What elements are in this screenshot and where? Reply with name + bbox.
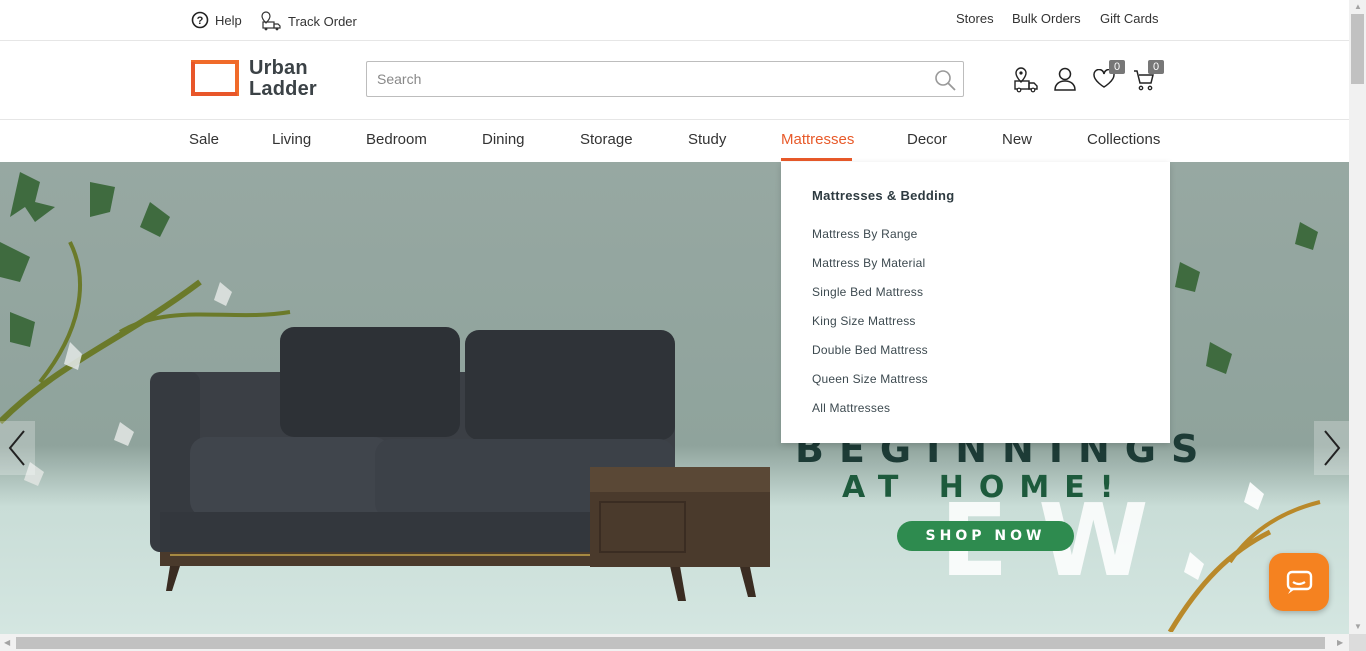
main-nav: Sale Living Bedroom Dining Storage Study… (0, 120, 1349, 162)
top-utility-bar: ? Help Track Order Stores Bulk Orders Gi… (0, 0, 1349, 41)
vertical-scrollbar[interactable] (1349, 0, 1366, 634)
nav-item-collections[interactable]: Collections (1087, 131, 1160, 148)
bulk-orders-link[interactable]: Bulk Orders (1012, 11, 1081, 26)
nav-item-sale[interactable]: Sale (189, 131, 219, 148)
active-nav-underline (781, 158, 852, 161)
track-order-link[interactable]: Track Order (260, 11, 357, 31)
logo-text[interactable]: Urban Ladder (249, 58, 317, 100)
logo-text-line2: Ladder (249, 78, 317, 100)
search-box (366, 61, 964, 97)
dropdown-link-all-mattresses[interactable]: All Mattresses (812, 401, 890, 415)
hero-line2: AT HOME! (842, 470, 1129, 505)
vertical-scrollbar-thumb[interactable] (1351, 14, 1364, 84)
chat-bubble-icon (1286, 570, 1313, 594)
dropdown-link-double-bed-mattress[interactable]: Double Bed Mattress (812, 343, 928, 357)
help-label: Help (215, 12, 242, 28)
gift-cards-link[interactable]: Gift Cards (1100, 11, 1159, 26)
nav-item-mattresses[interactable]: Mattresses (781, 131, 854, 148)
shop-now-button[interactable]: SHOP NOW (897, 521, 1074, 551)
chevron-left-icon (8, 430, 25, 466)
search-input[interactable] (367, 62, 927, 96)
nav-item-storage[interactable]: Storage (580, 131, 633, 148)
dropdown-link-single-bed-mattress[interactable]: Single Bed Mattress (812, 285, 923, 299)
truck-location-icon (261, 11, 281, 31)
dropdown-link-mattress-by-material[interactable]: Mattress By Material (812, 256, 925, 270)
scroll-down-arrow-icon[interactable]: ▼ (1354, 622, 1362, 631)
horizontal-scrollbar-thumb[interactable] (16, 637, 1325, 649)
nav-item-bedroom[interactable]: Bedroom (366, 131, 427, 148)
help-link[interactable]: ? Help (191, 11, 242, 29)
chat-widget-button[interactable] (1269, 553, 1329, 611)
nav-item-new[interactable]: New (1002, 131, 1032, 148)
logo-mark[interactable] (191, 60, 239, 96)
scrollbar-corner (1349, 634, 1366, 651)
stores-link[interactable]: Stores (956, 11, 994, 26)
dropdown-link-king-size-mattress[interactable]: King Size Mattress (812, 314, 916, 328)
nav-item-living[interactable]: Living (272, 131, 311, 148)
svg-text:?: ? (197, 15, 204, 27)
wishlist-count-badge: 0 (1109, 60, 1125, 74)
user-account-icon[interactable] (1054, 67, 1076, 91)
store-locator-icon[interactable] (1013, 67, 1039, 93)
scroll-left-arrow-icon[interactable]: ◀ (4, 638, 10, 647)
track-order-label: Track Order (288, 13, 357, 29)
sofa-product-image (150, 327, 770, 601)
help-icon: ? (191, 11, 209, 29)
search-icon[interactable] (933, 68, 957, 92)
carousel-prev-button[interactable] (0, 421, 35, 475)
dropdown-heading[interactable]: Mattresses & Bedding (812, 188, 955, 203)
nav-item-dining[interactable]: Dining (482, 131, 525, 148)
site-header: Urban Ladder 0 0 (0, 41, 1349, 120)
cart-count-badge: 0 (1148, 60, 1164, 74)
nav-item-study[interactable]: Study (688, 131, 726, 148)
logo-text-line1: Urban (249, 57, 308, 79)
mattresses-dropdown-menu: Mattresses & Bedding Mattress By Range M… (781, 162, 1170, 443)
chevron-right-icon (1324, 430, 1341, 466)
dropdown-link-queen-size-mattress[interactable]: Queen Size Mattress (812, 372, 928, 386)
scroll-right-arrow-icon[interactable]: ▶ (1337, 638, 1343, 647)
carousel-next-button[interactable] (1314, 421, 1349, 475)
scroll-up-arrow-icon[interactable]: ▲ (1354, 2, 1362, 11)
nav-item-decor[interactable]: Decor (907, 131, 947, 148)
dropdown-link-mattress-by-range[interactable]: Mattress By Range (812, 227, 917, 241)
